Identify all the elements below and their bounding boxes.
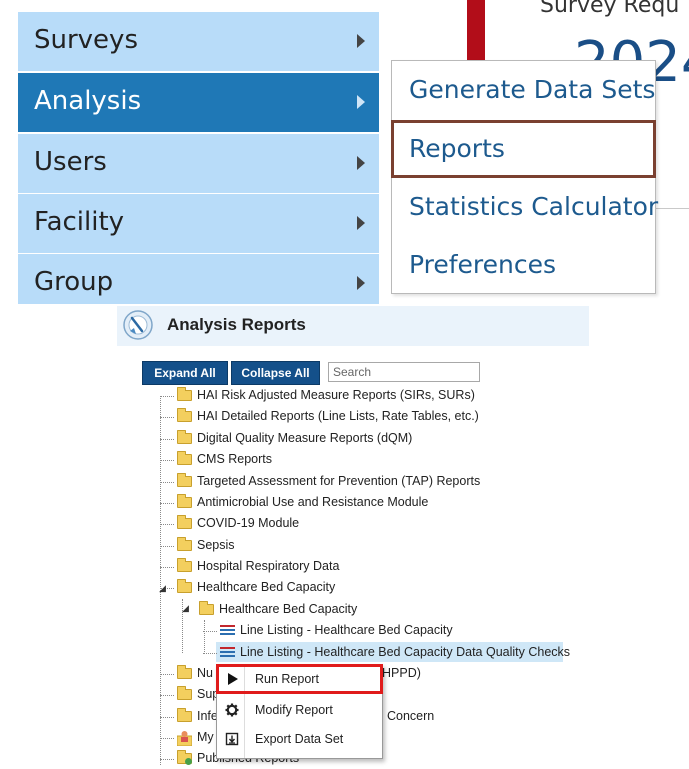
tree-node-label: Targeted Assessment for Prevention (TAP)… (197, 474, 481, 488)
submenu-item-statistics-calculator[interactable]: Statistics Calculator (392, 178, 659, 236)
menu-item-label: Modify Report (255, 703, 333, 717)
menu-item-label: Run Report (255, 672, 319, 686)
submenu-item-reports[interactable]: Reports (391, 120, 656, 178)
folder-icon (177, 494, 192, 508)
tree-node-label: My (197, 730, 214, 744)
chevron-right-icon (357, 156, 365, 170)
tree-node-label: CMS Reports (197, 452, 273, 466)
tree-node-label: Healthcare Bed Capacity (219, 602, 358, 616)
folder-icon (177, 515, 192, 529)
tree-connector (160, 674, 174, 675)
tree-connector (160, 695, 174, 696)
tree-node-label: HAI Risk Adjusted Measure Reports (SIRs,… (197, 388, 475, 402)
analysis-submenu: Generate Data Sets Reports Statistics Ca… (391, 60, 659, 294)
nav-item-users[interactable]: Users (18, 134, 379, 193)
chevron-right-icon (357, 34, 365, 48)
tree-connector (160, 396, 174, 397)
tree-connector (203, 653, 217, 654)
analysis-reports-icon (123, 310, 153, 340)
run-report-menu-item[interactable]: Run Report (216, 664, 383, 694)
top-navigation-area: Survey Requ 2024 Surveys Analysis Users … (0, 0, 689, 304)
tree-node-label: Sepsis (197, 538, 235, 552)
nav-item-surveys[interactable]: Surveys (18, 12, 379, 71)
tree-connector (160, 717, 174, 718)
submenu-item-label: Statistics Calculator (409, 192, 659, 221)
nav-item-label: Facility (34, 207, 125, 237)
chevron-right-icon (357, 216, 365, 230)
submenu-item-preferences[interactable]: Preferences (392, 236, 655, 294)
tree-node-label: Hospital Respiratory Data (197, 559, 340, 573)
tree-node-label: Infe (197, 709, 218, 723)
collapse-toggle-icon[interactable]: ◢ (159, 584, 166, 593)
export-data-set-menu-item[interactable]: Export Data Set (217, 725, 382, 753)
folder-icon (177, 558, 192, 572)
search-input[interactable] (328, 362, 480, 382)
folder-icon (177, 686, 192, 700)
tree-connector (160, 460, 174, 461)
tree-node-label: Nu (197, 666, 213, 680)
tree-node-label: Digital Quality Measure Reports (dQM) (197, 431, 413, 445)
tree-connector (203, 631, 217, 632)
chevron-right-icon (357, 276, 365, 290)
submenu-item-label: Reports (409, 134, 505, 163)
tree-connector (160, 738, 174, 739)
survey-requirements-heading: Survey Requ (540, 0, 680, 18)
nav-item-analysis[interactable]: Analysis (18, 73, 379, 132)
tree-node-label: Healthcare Bed Capacity (197, 580, 336, 594)
folder-open-icon (177, 579, 192, 593)
nav-item-group[interactable]: Group (18, 254, 379, 304)
chevron-right-icon (357, 95, 365, 109)
folder-icon (177, 537, 192, 551)
folder-icon (177, 665, 192, 679)
nav-item-label: Analysis (34, 86, 142, 116)
tree-connector (160, 546, 174, 547)
tree-connector (160, 503, 174, 504)
publish-badge-icon (185, 758, 192, 765)
report-list-icon (220, 624, 235, 637)
page-title: Analysis Reports (167, 315, 306, 334)
tree-connector (160, 482, 174, 483)
tree-connector (160, 524, 174, 525)
folder-icon (177, 430, 192, 444)
play-icon (228, 673, 238, 685)
tree-guide-line (160, 396, 161, 765)
folder-icon (177, 708, 192, 722)
export-icon (225, 732, 239, 746)
tree-node-label: Line Listing - Healthcare Bed Capacity D… (240, 645, 571, 659)
tree-node-label: Line Listing - Healthcare Bed Capacity (240, 623, 453, 637)
context-menu: Run Report Modify Report Export Data Set (216, 664, 383, 759)
tree-connector (160, 567, 174, 568)
folder-open-icon (199, 601, 214, 615)
report-list-icon (220, 646, 235, 659)
tree-connector (160, 439, 174, 440)
expand-all-button[interactable]: Expand All (142, 361, 228, 385)
folder-icon (177, 408, 192, 422)
tree-connector (160, 759, 174, 760)
divider (655, 208, 689, 209)
tree-node-label-tail: Concern (387, 709, 435, 723)
menu-item-label: Export Data Set (255, 732, 344, 746)
tree-node-label: Antimicrobial Use and Resistance Module (197, 495, 429, 509)
collapse-all-button[interactable]: Collapse All (231, 361, 320, 385)
modify-report-menu-item[interactable]: Modify Report (217, 696, 382, 724)
main-nav-menu: Surveys Analysis Users Facility Group (18, 0, 380, 304)
folder-icon (177, 473, 192, 487)
tree-connector (160, 417, 174, 418)
user-folder-icon (177, 731, 192, 746)
submenu-item-generate-data-sets[interactable]: Generate Data Sets (392, 61, 655, 119)
tree-guide-line-leaf (204, 620, 205, 652)
nav-item-facility[interactable]: Facility (18, 194, 379, 253)
nav-item-label: Users (34, 147, 107, 177)
tree-node-label: HAI Detailed Reports (Line Lists, Rate T… (197, 409, 479, 423)
tree-node-label-tail: HPPD) (382, 666, 421, 680)
folder-icon (177, 451, 192, 465)
collapse-toggle-icon[interactable]: ◢ (182, 604, 189, 613)
submenu-item-label: Preferences (409, 250, 557, 279)
tree-node-label: COVID-19 Module (197, 516, 300, 530)
gear-icon (225, 703, 239, 717)
nav-item-label: Group (34, 267, 114, 297)
submenu-item-label: Generate Data Sets (409, 75, 656, 104)
nav-item-label: Surveys (34, 25, 138, 55)
folder-icon (177, 387, 192, 401)
